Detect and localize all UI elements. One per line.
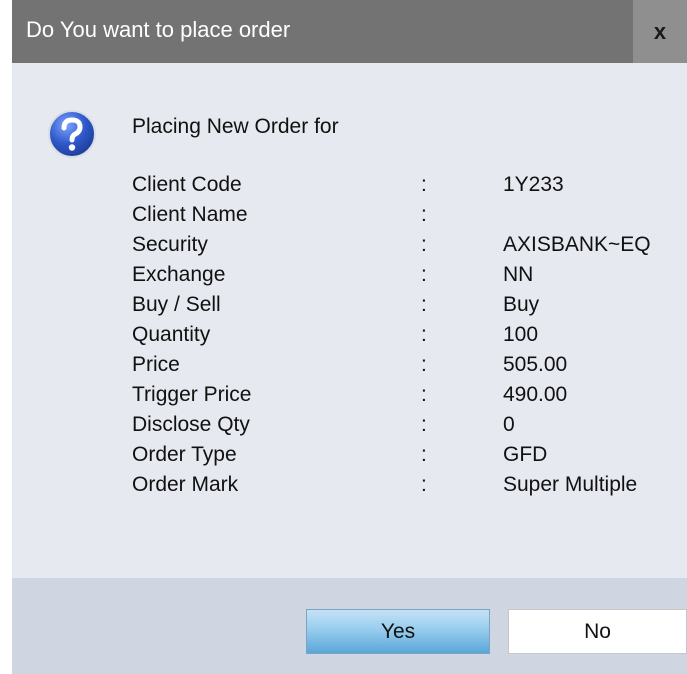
field-value: AXISBANK~EQ	[503, 233, 651, 256]
field-separator: :	[421, 173, 427, 196]
field-value: 505.00	[503, 353, 568, 376]
title-bar[interactable]: Do You want to place order x	[12, 0, 687, 63]
field-separator: :	[421, 323, 427, 346]
field-value: 490.00	[503, 383, 568, 406]
field-separator: :	[421, 203, 427, 226]
dialog-heading: Placing New Order for	[132, 115, 339, 138]
field-value: 1Y233	[503, 173, 564, 196]
field-label: Trigger Price	[132, 383, 252, 406]
field-label: Order Type	[132, 443, 237, 466]
field-label: Security	[132, 233, 208, 256]
field-value: Super Multiple	[503, 473, 638, 496]
yes-button[interactable]: Yes	[306, 609, 490, 654]
field-separator: :	[421, 383, 427, 406]
field-label: Client Name	[132, 203, 248, 226]
field-label: Price	[132, 353, 180, 376]
field-separator: :	[421, 443, 427, 466]
dialog-content	[12, 63, 687, 578]
field-separator: :	[421, 353, 427, 376]
field-label: Quantity	[132, 323, 211, 346]
field-separator: :	[421, 233, 427, 256]
close-button[interactable]: x	[633, 0, 687, 63]
field-value: NN	[503, 263, 534, 286]
close-icon: x	[653, 18, 667, 44]
field-value: Buy	[503, 293, 540, 316]
field-value: GFD	[503, 443, 548, 466]
place-order-dialog: Do You want to place order x Placing New…	[12, 0, 687, 674]
field-value: 0	[503, 413, 515, 436]
field-label: Buy / Sell	[132, 293, 221, 316]
no-button[interactable]: No	[508, 609, 687, 654]
field-label: Client Code	[132, 173, 242, 196]
window-title: Do You want to place order	[26, 17, 291, 42]
field-value: 100	[503, 323, 539, 346]
field-label: Disclose Qty	[132, 413, 250, 436]
field-separator: :	[421, 293, 427, 316]
field-label: Exchange	[132, 263, 226, 286]
question-icon	[48, 110, 96, 158]
field-separator: :	[421, 263, 427, 286]
field-separator: :	[421, 473, 427, 496]
field-label: Order Mark	[132, 473, 239, 496]
field-separator: :	[421, 413, 427, 436]
